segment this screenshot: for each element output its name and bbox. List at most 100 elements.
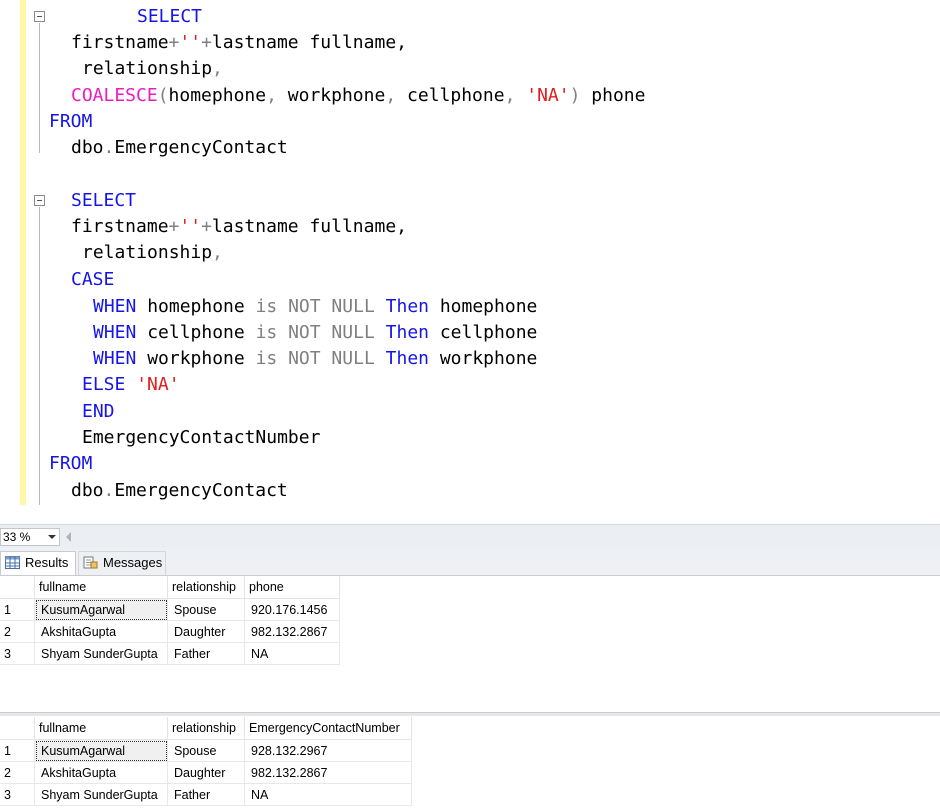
cell-fullname[interactable]: AkshitaGupta — [35, 762, 168, 784]
code-line[interactable]: WHEN cellphone is NOT NULL Then cellphon… — [93, 320, 537, 346]
code-line[interactable]: EmergencyContactNumber — [82, 425, 320, 451]
code-token: + — [201, 216, 212, 237]
cell-fullname[interactable]: Shyam SunderGupta — [35, 784, 168, 806]
row-number[interactable]: 3 — [0, 784, 35, 806]
code-token: COALESCE — [71, 85, 158, 106]
code-token — [125, 374, 136, 395]
row-number[interactable]: 2 — [0, 762, 35, 784]
cell-fullname[interactable]: KusumAgarwal — [35, 599, 168, 621]
collapse-toggle-icon[interactable] — [34, 195, 45, 206]
code-line[interactable]: SELECT — [137, 4, 202, 30]
code-line[interactable]: FROM — [49, 109, 92, 135]
outline-line — [39, 207, 40, 505]
code-line[interactable]: WHEN workphone is NOT NULL Then workphon… — [93, 346, 537, 372]
code-line[interactable]: firstname+''+lastname fullname, — [71, 214, 407, 240]
chevron-down-icon[interactable] — [48, 535, 56, 539]
zoom-level-select[interactable]: 33 % — [0, 528, 60, 546]
column-header[interactable]: relationship — [168, 717, 245, 740]
code-line[interactable]: FROM — [49, 451, 92, 477]
code-token: lastname fullname, — [212, 32, 407, 53]
table-row[interactable]: 2 AkshitaGupta Daughter 982.132.2867 — [0, 762, 412, 784]
cell-relationship[interactable]: Father — [168, 643, 245, 665]
cell-phone[interactable]: 982.132.2867 — [245, 621, 340, 643]
results-grid[interactable]: fullname relationship EmergencyContactNu… — [0, 717, 412, 806]
cell-fullname[interactable]: Shyam SunderGupta — [35, 643, 168, 665]
code-token: lastname fullname, — [212, 216, 407, 237]
results-grid[interactable]: fullname relationship phone 1 KusumAgarw… — [0, 576, 340, 665]
code-token: Then — [386, 296, 429, 317]
code-token: EmergencyContactNumber — [82, 427, 320, 448]
code-line[interactable]: firstname+''+lastname fullname, — [71, 30, 407, 56]
code-token: Then — [386, 348, 429, 369]
cell-relationship[interactable]: Daughter — [168, 762, 245, 784]
cell-emergency-contact-number[interactable]: 982.132.2867 — [245, 762, 412, 784]
grid-icon — [5, 556, 20, 569]
cell-fullname[interactable]: KusumAgarwal — [35, 740, 168, 762]
code-token: 'NA' — [526, 85, 569, 106]
column-header[interactable]: fullname — [35, 576, 168, 599]
code-token: workphone — [429, 348, 537, 369]
cell-phone[interactable]: NA — [245, 643, 340, 665]
cell-relationship[interactable]: Daughter — [168, 621, 245, 643]
cell-emergency-contact-number[interactable]: NA — [245, 784, 412, 806]
cell-relationship[interactable]: Father — [168, 784, 245, 806]
code-token: ) — [570, 85, 592, 106]
code-line[interactable]: END — [82, 399, 115, 425]
row-number-header[interactable] — [0, 576, 35, 599]
code-token: + — [201, 32, 212, 53]
code-line[interactable]: relationship, — [82, 240, 223, 266]
code-token: relationship — [82, 58, 212, 79]
code-line[interactable]: dbo.EmergencyContact — [71, 478, 288, 504]
table-row[interactable]: 2 AkshitaGupta Daughter 982.132.2867 — [0, 621, 340, 643]
table-row[interactable]: 3 Shyam SunderGupta Father NA — [0, 784, 412, 806]
code-token: EmergencyContact — [114, 480, 287, 501]
code-token: WHEN — [93, 296, 136, 317]
cell-fullname[interactable]: AkshitaGupta — [35, 621, 168, 643]
code-token: relationship — [82, 242, 212, 263]
code-token: is NOT NULL — [256, 322, 375, 343]
table-row[interactable]: 3 Shyam SunderGupta Father NA — [0, 643, 340, 665]
code-token: ELSE — [82, 374, 125, 395]
cell-relationship[interactable]: Spouse — [168, 740, 245, 762]
code-token: END — [82, 401, 115, 422]
table-row[interactable]: 1 KusumAgarwal Spouse 920.176.1456 — [0, 599, 340, 621]
code-line[interactable]: WHEN homephone is NOT NULL Then homephon… — [93, 294, 537, 320]
tab-messages[interactable]: Messages — [78, 551, 166, 575]
column-header[interactable]: relationship — [168, 576, 245, 599]
query-editor[interactable]: SELECTfirstname+''+lastname fullname,rel… — [0, 0, 940, 524]
row-number-header[interactable] — [0, 717, 35, 740]
collapse-toggle-icon[interactable] — [34, 11, 45, 22]
cell-emergency-contact-number[interactable]: 928.132.2967 — [245, 740, 412, 762]
code-line[interactable]: relationship, — [82, 56, 223, 82]
code-line[interactable]: ELSE 'NA' — [82, 372, 180, 398]
code-token: WHEN — [93, 348, 136, 369]
row-number[interactable]: 1 — [0, 740, 35, 762]
column-header[interactable]: phone — [245, 576, 340, 599]
table-row[interactable]: 1 KusumAgarwal Spouse 928.132.2967 — [0, 740, 412, 762]
code-token: firstname — [71, 32, 169, 53]
code-line[interactable]: COALESCE(homephone, workphone, cellphone… — [71, 83, 645, 109]
outline-line — [39, 23, 40, 153]
zoom-level-value: 33 % — [3, 530, 30, 544]
code-token: SELECT — [71, 190, 136, 211]
code-token: homephone — [136, 296, 255, 317]
cell-relationship[interactable]: Spouse — [168, 599, 245, 621]
code-token: FROM — [49, 453, 92, 474]
code-line[interactable]: CASE — [71, 267, 114, 293]
code-line[interactable]: dbo.EmergencyContact — [71, 135, 288, 161]
row-number[interactable]: 2 — [0, 621, 35, 643]
code-token — [375, 322, 386, 343]
code-token — [375, 348, 386, 369]
tab-results[interactable]: Results — [0, 551, 76, 575]
row-number[interactable]: 1 — [0, 599, 35, 621]
row-number[interactable]: 3 — [0, 643, 35, 665]
results-divider[interactable] — [0, 712, 940, 716]
column-header[interactable]: EmergencyContactNumber — [245, 717, 412, 740]
scroll-left-icon[interactable] — [66, 532, 71, 542]
code-token: dbo — [71, 137, 104, 158]
column-header[interactable]: fullname — [35, 717, 168, 740]
cell-phone[interactable]: 920.176.1456 — [245, 599, 340, 621]
code-line[interactable]: SELECT — [71, 188, 136, 214]
code-token: workphone — [136, 348, 255, 369]
code-token: + — [169, 216, 180, 237]
